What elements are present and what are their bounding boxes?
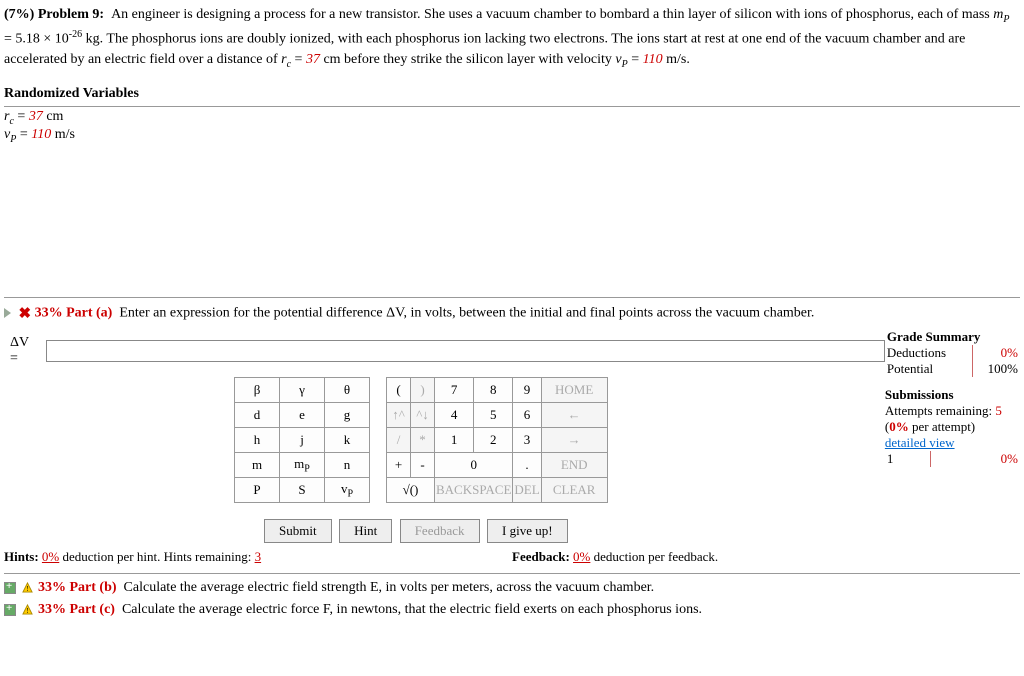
key-4[interactable]: 4: [435, 402, 474, 427]
key-8[interactable]: 8: [474, 377, 513, 402]
detailed-view-link[interactable]: detailed view: [885, 435, 1020, 451]
key-: ): [411, 377, 435, 402]
rv-line-2: vP = 110 m/s: [4, 127, 1020, 145]
part-b-header[interactable]: ! 33% Part (b) Calculate the average ele…: [4, 580, 1020, 596]
key-g[interactable]: g: [325, 402, 370, 427]
key-2[interactable]: 2: [474, 427, 513, 452]
warn-icon: !: [22, 582, 33, 593]
key-k[interactable]: k: [325, 427, 370, 452]
part-c-header[interactable]: ! 33% Part (c) Calculate the average ele…: [4, 602, 1020, 618]
svg-text:!: !: [26, 606, 28, 615]
key-[interactable]: γ: [280, 377, 325, 402]
key-: →: [541, 427, 607, 452]
keypad: ()789HOME ↑^^↓456← /*123→ +-0.END √()BACKSPA…: [386, 377, 608, 503]
key-m[interactable]: m: [235, 452, 280, 477]
key-[interactable]: β: [235, 377, 280, 402]
key-end: END: [541, 452, 607, 477]
key-6[interactable]: 6: [513, 402, 541, 427]
key-9[interactable]: 9: [513, 377, 541, 402]
rv-line-1: rc = 37 cm: [4, 109, 1020, 127]
key-vp[interactable]: vP: [325, 477, 370, 502]
part-a-header: ✖ 33% Part (a) Enter an expression for t…: [4, 304, 1020, 323]
key-: /: [387, 427, 411, 452]
problem-statement: (7%) Problem 9: An engineer is designing…: [4, 4, 1020, 72]
key-5[interactable]: 5: [474, 402, 513, 427]
warn-icon: !: [22, 604, 33, 615]
key-: ↑^: [387, 402, 411, 427]
expand-icon[interactable]: [4, 308, 11, 318]
plus-icon: [4, 582, 16, 594]
key-1[interactable]: 1: [435, 427, 474, 452]
plus-icon: [4, 604, 16, 616]
key-[interactable]: √(): [387, 477, 435, 502]
submit-button[interactable]: Submit: [264, 519, 332, 543]
key-[interactable]: +: [387, 452, 411, 477]
key-home: HOME: [541, 377, 607, 402]
key-3[interactable]: 3: [513, 427, 541, 452]
grade-summary: Grade Summary Deductions0% Potential100%…: [885, 329, 1020, 467]
hints-info: Hints: 0% deduction per hint. Hints rema…: [4, 549, 512, 565]
key-[interactable]: -: [411, 452, 435, 477]
answer-label: ΔV =: [4, 335, 46, 367]
key-: *: [411, 427, 435, 452]
key-clear: CLEAR: [541, 477, 607, 502]
key-p[interactable]: P: [235, 477, 280, 502]
x-icon: ✖: [19, 306, 32, 322]
answer-input[interactable]: [46, 340, 885, 362]
key-: ^↓: [411, 402, 435, 427]
key-s[interactable]: S: [280, 477, 325, 502]
key-[interactable]: (: [387, 377, 411, 402]
key-del: DEL: [513, 477, 541, 502]
key-j[interactable]: j: [280, 427, 325, 452]
key-backspace: BACKSPACE: [435, 477, 513, 502]
hint-button[interactable]: Hint: [339, 519, 392, 543]
key-d[interactable]: d: [235, 402, 280, 427]
key-e[interactable]: e: [280, 402, 325, 427]
key-0[interactable]: 0: [435, 452, 513, 477]
feedback-info: Feedback: 0% deduction per feedback.: [512, 549, 718, 565]
key-[interactable]: .: [513, 452, 541, 477]
key-h[interactable]: h: [235, 427, 280, 452]
svg-text:!: !: [26, 584, 28, 593]
key-: ←: [541, 402, 607, 427]
randomized-vars-header: Randomized Variables: [4, 86, 1020, 102]
key-mp[interactable]: mP: [280, 452, 325, 477]
key-7[interactable]: 7: [435, 377, 474, 402]
key-[interactable]: θ: [325, 377, 370, 402]
feedback-button: Feedback: [400, 519, 480, 543]
giveup-button[interactable]: I give up!: [487, 519, 568, 543]
key-n[interactable]: n: [325, 452, 370, 477]
keypad: βγθ deg hjk mmPn PSvP: [234, 377, 370, 503]
